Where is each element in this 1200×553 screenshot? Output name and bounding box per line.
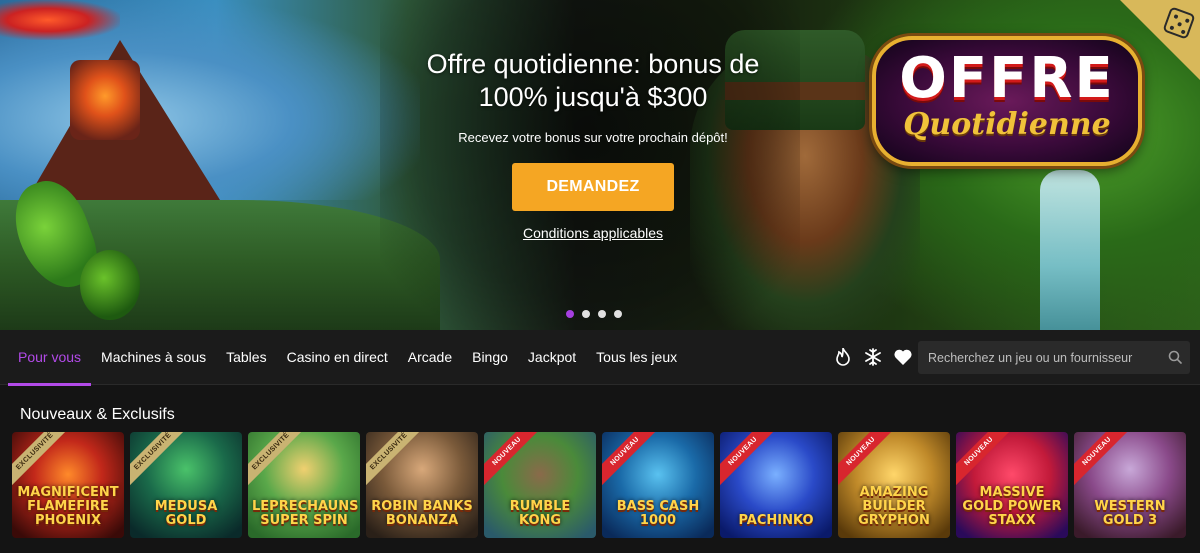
lava-glow (0, 0, 120, 40)
tab-tables[interactable]: Tables (216, 330, 276, 385)
search-box (918, 341, 1190, 374)
leaf-illustration (80, 250, 140, 320)
tab-tous-les-jeux[interactable]: Tous les jeux (586, 330, 687, 385)
game-title: MASSIVE GOLD POWER STAXX (962, 485, 1062, 528)
game-title: MEDUSA GOLD (154, 499, 218, 528)
game-tile-bass-cash-1000[interactable]: NOUVEAU BASS CASH 1000 (602, 432, 714, 538)
tab-jackpot[interactable]: Jackpot (518, 330, 586, 385)
tab-arcade[interactable]: Arcade (398, 330, 462, 385)
game-title: ROBIN BANKS BONANZA (371, 499, 473, 528)
game-title: PACHINKO (738, 513, 814, 528)
hero-subtitle: Recevez votre bonus sur votre prochain d… (458, 130, 728, 145)
carousel-dot-2[interactable] (582, 310, 590, 318)
search-icon[interactable] (1168, 350, 1182, 364)
offer-logo: OFFRE Quotidienne (872, 36, 1142, 166)
hero-title: Offre quotidienne: bonus de 100% jusqu'à… (426, 49, 760, 112)
search-input[interactable] (928, 341, 1158, 374)
terms-link[interactable]: Conditions applicables (393, 225, 793, 241)
nav-icon-group (834, 347, 912, 367)
heart-icon[interactable] (894, 347, 912, 367)
game-title: LEPRECHAUNS SUPER SPIN (252, 499, 359, 528)
game-tile-leprechauns-super-spin[interactable]: EXCLUSIVITÉ LEPRECHAUNS SUPER SPIN (248, 432, 360, 538)
offer-logo-line2: Quotidienne (903, 107, 1111, 142)
game-tile-medusa-gold[interactable]: EXCLUSIVITÉ MEDUSA GOLD (130, 432, 242, 538)
section-title: Nouveaux & Exclusifs (20, 406, 175, 423)
game-tile-western-gold-3[interactable]: NOUVEAU WESTERN GOLD 3 (1074, 432, 1186, 538)
hero-content: Offre quotidienne: bonus de 100% jusqu'à… (393, 48, 793, 241)
offer-logo-line1: OFFRE (899, 46, 1115, 111)
carousel-dot-3[interactable] (598, 310, 606, 318)
volcano-face (70, 60, 140, 140)
game-title: MAGNIFICENT FLAMEFIRE PHOENIX (17, 485, 119, 528)
game-title: RUMBLE KONG (509, 499, 571, 528)
game-title: BASS CASH 1000 (616, 499, 700, 528)
game-tile-flamefire-phoenix[interactable]: EXCLUSIVITÉ MAGNIFICENT FLAMEFIRE PHOENI… (12, 432, 124, 538)
fire-icon[interactable] (834, 347, 852, 367)
hero-banner: OFFRE Quotidienne Offre quotidienne: bon… (0, 0, 1200, 330)
carousel-dots (566, 310, 622, 318)
game-tile-pachinko[interactable]: NOUVEAU PACHINKO (720, 432, 832, 538)
carousel-dot-1[interactable] (566, 310, 574, 318)
game-tile-robin-banks-bonanza[interactable]: EXCLUSIVITÉ ROBIN BANKS BONANZA (366, 432, 478, 538)
tab-machines-a-sous[interactable]: Machines à sous (91, 330, 216, 385)
games-row: EXCLUSIVITÉ MAGNIFICENT FLAMEFIRE PHOENI… (12, 432, 1186, 538)
snowflake-icon[interactable] (864, 347, 882, 367)
game-tile-rumble-kong[interactable]: NOUVEAU RUMBLE KONG (484, 432, 596, 538)
category-tabs: Pour vous Machines à sous Tables Casino … (8, 330, 687, 386)
game-title: AMAZING BUILDER GRYPHON (858, 485, 930, 528)
claim-bonus-button[interactable]: DEMANDEZ (512, 163, 674, 211)
tab-casino-en-direct[interactable]: Casino en direct (277, 330, 398, 385)
tab-pour-vous[interactable]: Pour vous (8, 330, 92, 386)
game-tile-amazing-builder-gryphon[interactable]: NOUVEAU AMAZING BUILDER GRYPHON (838, 432, 950, 538)
category-nav: Pour vous Machines à sous Tables Casino … (0, 330, 1200, 386)
carousel-dot-4[interactable] (614, 310, 622, 318)
tab-bingo[interactable]: Bingo (462, 330, 518, 385)
waterfall-illustration (1040, 170, 1100, 330)
game-title: WESTERN GOLD 3 (1094, 499, 1166, 528)
game-tile-massive-gold-power-staxx[interactable]: NOUVEAU MASSIVE GOLD POWER STAXX (956, 432, 1068, 538)
